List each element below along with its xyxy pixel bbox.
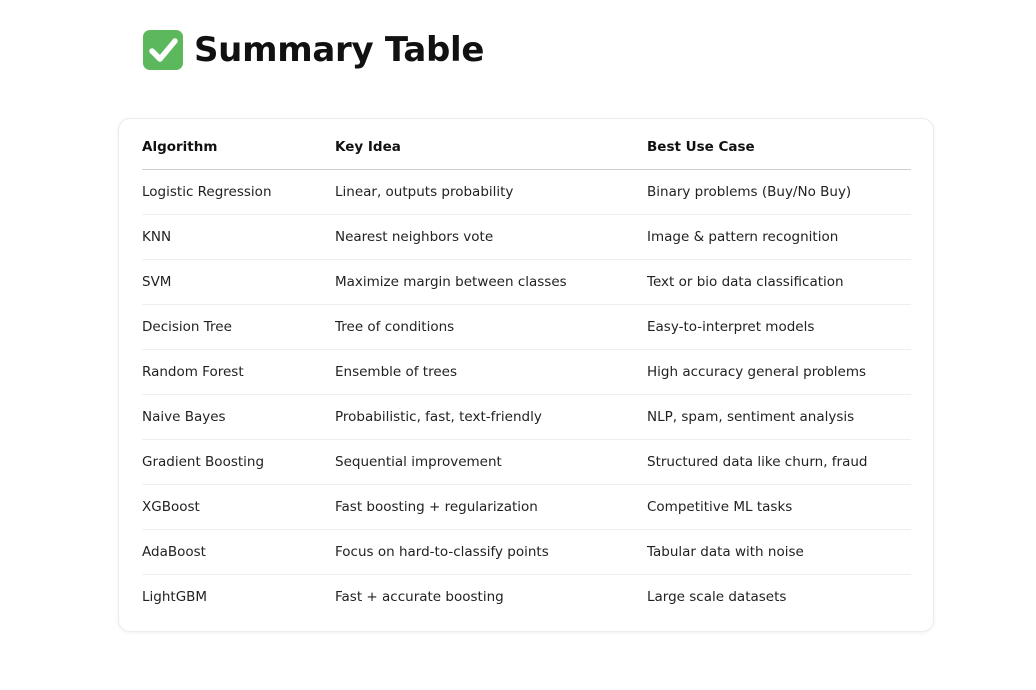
cell-key-idea: Ensemble of trees bbox=[335, 349, 647, 395]
column-header-algorithm: Algorithm bbox=[142, 124, 335, 170]
cell-algorithm: KNN bbox=[142, 214, 335, 260]
table-row: Naive Bayes Probabilistic, fast, text-fr… bbox=[142, 394, 911, 440]
cell-best-use-case: Image & pattern recognition bbox=[647, 214, 911, 260]
cell-algorithm: AdaBoost bbox=[142, 529, 335, 575]
table-header-row: Algorithm Key Idea Best Use Case bbox=[142, 124, 911, 170]
cell-key-idea: Linear, outputs probability bbox=[335, 169, 647, 215]
cell-key-idea: Tree of conditions bbox=[335, 304, 647, 350]
table-row: KNN Nearest neighbors vote Image & patte… bbox=[142, 214, 911, 260]
table-body: Logistic Regression Linear, outputs prob… bbox=[142, 169, 911, 620]
cell-best-use-case: High accuracy general problems bbox=[647, 349, 911, 395]
cell-algorithm: XGBoost bbox=[142, 484, 335, 530]
cell-best-use-case: Competitive ML tasks bbox=[647, 484, 911, 530]
column-header-key-idea: Key Idea bbox=[335, 124, 647, 170]
cell-algorithm: Logistic Regression bbox=[142, 169, 335, 215]
cell-best-use-case: Tabular data with noise bbox=[647, 529, 911, 575]
cell-best-use-case: NLP, spam, sentiment analysis bbox=[647, 394, 911, 440]
cell-key-idea: Fast + accurate boosting bbox=[335, 589, 504, 605]
table-row: Random Forest Ensemble of trees High acc… bbox=[142, 349, 911, 395]
cell-key-idea: Maximize margin between classes bbox=[335, 259, 647, 305]
table-row: XGBoost Fast boosting + regularization C… bbox=[142, 484, 911, 530]
cell-best-use-case: Easy-to-interpret models bbox=[647, 304, 911, 350]
table-row: Decision Tree Tree of conditions Easy-to… bbox=[142, 304, 911, 350]
page-title-text: Summary Table bbox=[194, 30, 485, 70]
cell-best-use-case: Binary problems (Buy/No Buy) bbox=[647, 169, 911, 215]
table-row: Logistic Regression Linear, outputs prob… bbox=[142, 169, 911, 215]
cell-key-idea: Focus on hard-to-classify points bbox=[335, 529, 647, 575]
table-header: Algorithm Key Idea Best Use Case bbox=[142, 124, 911, 170]
cell-algorithm: Random Forest bbox=[142, 349, 335, 395]
cell-algorithm: Naive Bayes bbox=[142, 394, 335, 440]
cell-best-use-case: Large scale datasets bbox=[647, 589, 787, 605]
cell-algorithm: Gradient Boosting bbox=[142, 439, 335, 485]
summary-table-card: Algorithm Key Idea Best Use Case Logisti… bbox=[118, 118, 934, 632]
summary-table: Algorithm Key Idea Best Use Case Logisti… bbox=[142, 124, 911, 619]
column-header-best-use-case: Best Use Case bbox=[647, 124, 911, 170]
table-row: SVM Maximize margin between classes Text… bbox=[142, 259, 911, 305]
cell-key-idea: Nearest neighbors vote bbox=[335, 214, 647, 260]
cell-algorithm: Decision Tree bbox=[142, 304, 335, 350]
cell-best-use-case: Structured data like churn, fraud bbox=[647, 439, 911, 485]
table-row: AdaBoost Focus on hard-to-classify point… bbox=[142, 529, 911, 575]
page-title: Summary Table bbox=[142, 27, 484, 73]
cell-key-idea: Fast boosting + regularization bbox=[335, 484, 647, 530]
cell-key-idea: Sequential improvement bbox=[335, 439, 647, 485]
cell-algorithm: SVM bbox=[142, 259, 335, 305]
check-mark-icon bbox=[142, 29, 184, 71]
cell-algorithm: LightGBM bbox=[142, 589, 208, 605]
cell-key-idea: Probabilistic, fast, text-friendly bbox=[335, 394, 647, 440]
cell-best-use-case: Text or bio data classification bbox=[647, 259, 911, 305]
table-row: LightGBM Fast + accurate boosting Large … bbox=[142, 575, 911, 620]
table-row: Gradient Boosting Sequential improvement… bbox=[142, 439, 911, 485]
page: Summary Table Algorithm Key Idea Best Us… bbox=[0, 0, 1036, 690]
